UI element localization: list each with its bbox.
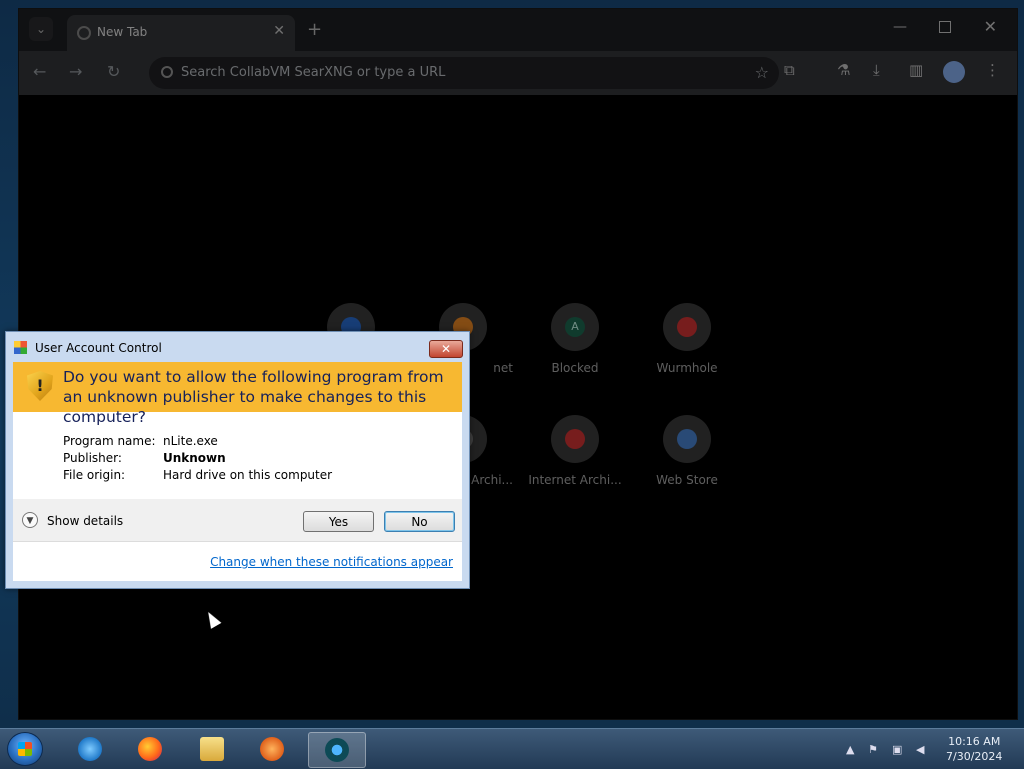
shortcut-label: Blocked xyxy=(551,361,599,375)
clock-time: 10:16 AM xyxy=(948,735,1001,748)
uac-title: User Account Control xyxy=(35,341,162,355)
shortcut-icon xyxy=(677,317,697,337)
taskbar-chromium[interactable] xyxy=(308,732,366,768)
network-icon[interactable]: ▣ xyxy=(892,743,902,756)
shortcut-tile[interactable]: Internet Archi... xyxy=(525,415,625,487)
browser-toolbar: ← → ↻ Search CollabVM SearXNG or type a … xyxy=(19,51,1017,95)
publisher-label: Publisher: xyxy=(63,451,122,465)
shortcut-icon xyxy=(677,429,697,449)
windows-logo-icon xyxy=(18,742,32,756)
bookmark-star-icon[interactable]: ☆ xyxy=(755,63,769,82)
side-panel-icon[interactable]: ▥ xyxy=(909,61,923,79)
uac-warning-banner: ! Do you want to allow the following pro… xyxy=(13,362,462,426)
new-tab-plus-icon[interactable]: + xyxy=(307,19,322,40)
search-engine-icon xyxy=(161,66,173,78)
uac-divider xyxy=(13,541,462,542)
media-player-icon xyxy=(260,737,284,761)
tab-search-button[interactable]: ⌄ xyxy=(29,17,53,41)
extensions-icon[interactable]: ⧉ xyxy=(784,61,795,79)
uac-question: Do you want to allow the following progr… xyxy=(63,368,444,426)
address-bar-placeholder: Search CollabVM SearXNG or type a URL xyxy=(181,65,446,80)
maximize-icon[interactable] xyxy=(939,21,951,33)
shortcut-label: Web Store xyxy=(656,473,718,487)
shortcut-icon xyxy=(565,429,585,449)
program-details: Program name: nLite.exe Publisher: Unknown… xyxy=(63,434,332,485)
labs-flask-icon[interactable]: ⚗ xyxy=(837,61,850,79)
uac-dialog: User Account Control ✕ ! Do you want to … xyxy=(5,331,470,589)
program-name-value: nLite.exe xyxy=(163,434,218,448)
internet-explorer-icon xyxy=(78,737,102,761)
back-icon[interactable]: ← xyxy=(33,62,46,81)
yes-button[interactable]: Yes xyxy=(303,511,374,532)
file-origin-label: File origin: xyxy=(63,468,126,482)
shortcut-label: Internet Archi... xyxy=(528,473,622,487)
system-clock[interactable]: 10:16 AM 7/30/2024 xyxy=(946,734,1002,764)
uac-body: ! Do you want to allow the following pro… xyxy=(13,362,462,581)
file-origin-value: Hard drive on this computer xyxy=(163,468,333,482)
clock-date: 7/30/2024 xyxy=(946,750,1003,763)
shortcut-icon: A xyxy=(565,317,585,337)
shortcut-tile[interactable]: A Blocked xyxy=(525,303,625,375)
new-tab-icon xyxy=(77,26,91,40)
no-button[interactable]: No xyxy=(384,511,455,532)
shortcut-label: Wurmhole xyxy=(656,361,718,375)
volume-icon[interactable]: ◀ xyxy=(916,743,924,756)
firefox-icon xyxy=(138,737,162,761)
reload-icon[interactable]: ↻ xyxy=(107,62,120,81)
uac-action-area: ▼ Show details Yes No xyxy=(13,499,462,541)
uac-shield-small-icon xyxy=(14,341,27,354)
action-center-flag-icon[interactable]: ⚑ xyxy=(868,743,878,756)
shortcut-tile[interactable]: Web Store xyxy=(637,415,737,487)
minimize-icon[interactable]: — xyxy=(893,19,907,35)
show-details-toggle[interactable]: Show details xyxy=(47,514,123,528)
chevron-down-icon[interactable]: ▼ xyxy=(22,512,38,528)
folder-icon xyxy=(200,737,224,761)
warning-shield-icon: ! xyxy=(27,371,53,401)
downloads-icon[interactable]: ⤓ xyxy=(873,61,880,79)
publisher-value: Unknown xyxy=(163,451,226,465)
taskbar-media-player[interactable] xyxy=(244,732,300,766)
uac-titlebar: User Account Control ✕ xyxy=(6,332,469,362)
tab-title: New Tab xyxy=(97,25,148,39)
taskbar-explorer[interactable] xyxy=(184,732,240,766)
change-notifications-link[interactable]: Change when these notifications appear xyxy=(210,555,453,569)
chromium-icon xyxy=(325,738,349,762)
start-button[interactable] xyxy=(7,732,43,766)
tab-close-icon[interactable]: ✕ xyxy=(273,23,285,39)
profile-avatar[interactable] xyxy=(943,61,965,83)
forward-icon[interactable]: → xyxy=(69,62,82,81)
window-close-icon[interactable]: ✕ xyxy=(984,17,997,36)
taskbar-ie[interactable] xyxy=(62,732,118,766)
tab-strip: ⌄ New Tab ✕ + — ✕ xyxy=(19,9,1017,51)
address-bar[interactable]: Search CollabVM SearXNG or type a URL ☆ xyxy=(149,57,779,89)
taskbar-firefox[interactable] xyxy=(122,732,178,766)
menu-kebab-icon[interactable]: ⋮ xyxy=(985,61,1000,79)
shortcut-tile[interactable]: Wurmhole xyxy=(637,303,737,375)
program-name-label: Program name: xyxy=(63,434,156,448)
tray-expand-icon[interactable]: ▲ xyxy=(846,743,854,756)
tab-new-tab[interactable]: New Tab ✕ xyxy=(67,15,295,51)
taskbar: ▲ ⚑ ▣ ◀ 10:16 AM 7/30/2024 xyxy=(0,728,1024,769)
uac-close-button[interactable]: ✕ xyxy=(429,340,463,358)
